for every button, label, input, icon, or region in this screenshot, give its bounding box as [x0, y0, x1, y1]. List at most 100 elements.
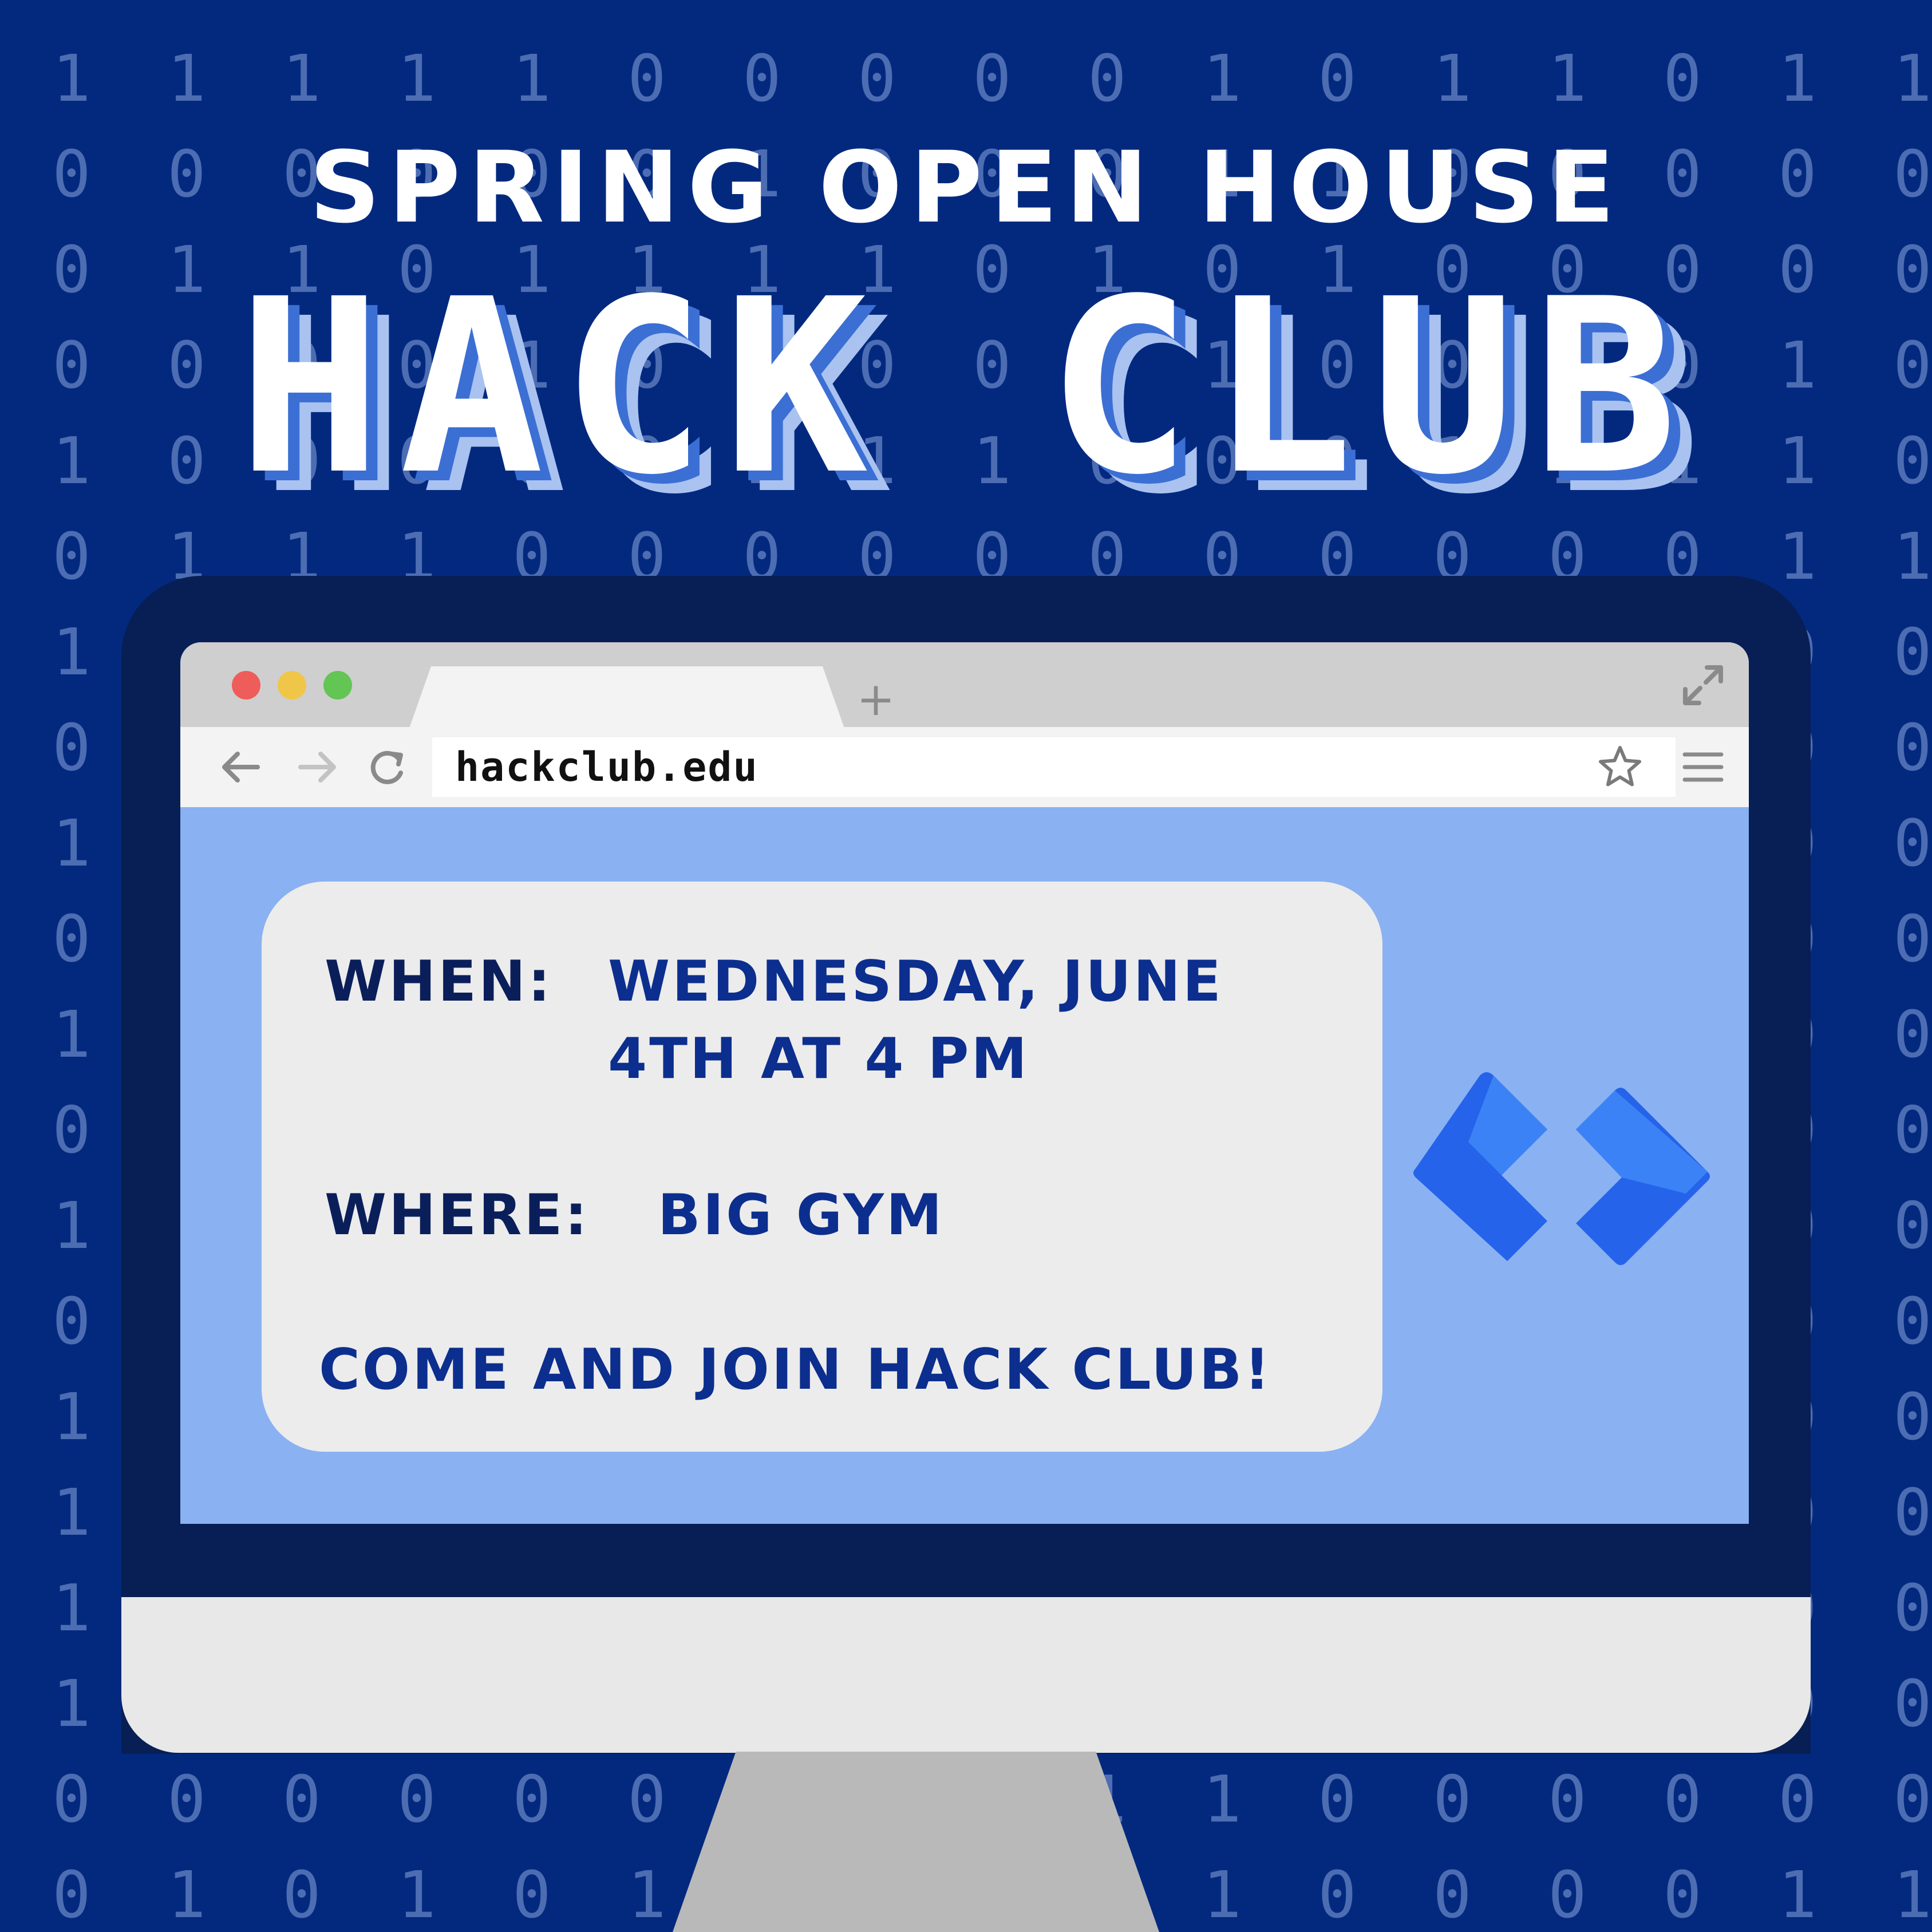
- binary-digit: 0: [1893, 902, 1932, 977]
- binary-digit: 0: [1893, 1093, 1932, 1168]
- binary-digit: 0: [1893, 711, 1932, 785]
- binary-digit: 1: [1893, 1858, 1932, 1932]
- binary-digit: 1: [397, 42, 436, 116]
- maximize-window-dot[interactable]: [323, 671, 352, 700]
- binary-digit: 0: [282, 1763, 321, 1837]
- club-title: HACK CLUB: [237, 248, 1695, 528]
- url-text: hackclub.edu: [455, 744, 758, 791]
- binary-digit: 0: [1433, 1858, 1472, 1932]
- binary-digit: 0: [52, 1858, 91, 1932]
- binary-digit: 1: [1203, 42, 1242, 116]
- browser-window: + hackclub.edu WHEN: WEDNESDAY, JUNE 4TH…: [180, 642, 1749, 1524]
- binary-digit: 1: [167, 1858, 206, 1932]
- binary-digit: 0: [512, 1763, 551, 1837]
- binary-digit: 0: [1893, 1571, 1932, 1646]
- expand-icon[interactable]: [1677, 659, 1729, 711]
- binary-row: 1111100000101101101: [0, 31, 1932, 127]
- binary-digit: 1: [512, 42, 551, 116]
- binary-digit: 1: [1893, 42, 1932, 116]
- when-time: 4TH AT 4 PM: [608, 1026, 1030, 1092]
- binary-digit: 0: [1318, 42, 1357, 116]
- binary-digit: 1: [52, 1189, 91, 1263]
- binary-digit: 1: [52, 1667, 91, 1741]
- browser-tab[interactable]: [409, 666, 844, 728]
- binary-digit: 0: [1893, 615, 1932, 690]
- binary-digit: 0: [1778, 1763, 1817, 1837]
- binary-digit: 0: [52, 902, 91, 977]
- binary-digit: 1: [52, 998, 91, 1072]
- binary-digit: 0: [1893, 807, 1932, 881]
- binary-digit: 1: [1893, 520, 1932, 594]
- binary-digit: 0: [1893, 1763, 1932, 1837]
- binary-digit: 0: [167, 1763, 206, 1837]
- binary-digit: 0: [52, 520, 91, 594]
- browser-tab-bar: +: [180, 642, 1749, 728]
- binary-digit: 1: [282, 42, 321, 116]
- binary-digit: 0: [52, 1285, 91, 1359]
- binary-digit: 0: [1433, 1763, 1472, 1837]
- browser-nav-bar: hackclub.edu: [180, 727, 1749, 807]
- binary-digit: 0: [627, 1763, 666, 1837]
- binary-digit: 0: [52, 1093, 91, 1168]
- binary-digit: 0: [1663, 42, 1702, 116]
- binary-digit: 1: [627, 1858, 666, 1932]
- binary-digit: 1: [1778, 1858, 1817, 1932]
- binary-digit: 0: [52, 711, 91, 785]
- binary-digit: 1: [52, 807, 91, 881]
- binary-digit: 0: [1893, 998, 1932, 1072]
- binary-digit: 0: [973, 42, 1012, 116]
- binary-digit: 1: [52, 615, 91, 690]
- monitor-stand: [673, 1752, 1159, 1932]
- event-info-card: WHEN: WEDNESDAY, JUNE 4TH AT 4 PM WHERE:…: [262, 882, 1382, 1452]
- minimize-window-dot[interactable]: [278, 671, 306, 700]
- binary-digit: 0: [1318, 1763, 1357, 1837]
- star-icon[interactable]: [1597, 744, 1643, 790]
- title-block: HACK CLUB HACK CLUB HACK CLUB: [0, 248, 1932, 528]
- monitor-chin: [121, 1597, 1811, 1753]
- binary-digit: 0: [627, 42, 666, 116]
- binary-digit: 1: [1203, 1858, 1242, 1932]
- hamburger-menu-icon[interactable]: [1680, 744, 1726, 790]
- binary-digit: 0: [1663, 1763, 1702, 1837]
- binary-digit: 0: [1893, 1380, 1932, 1455]
- when-date: WEDNESDAY, JUNE: [608, 949, 1223, 1014]
- binary-digit: 0: [1893, 1285, 1932, 1359]
- binary-digit: 0: [397, 1763, 436, 1837]
- when-label: WHEN:: [325, 949, 553, 1014]
- event-subtitle: SPRING OPEN HOUSE: [309, 130, 1623, 245]
- binary-digit: 0: [1893, 1189, 1932, 1263]
- binary-digit: 1: [52, 42, 91, 116]
- binary-digit: 0: [742, 42, 781, 116]
- binary-digit: 0: [282, 1858, 321, 1932]
- binary-digit: 1: [167, 42, 206, 116]
- binary-digit: 0: [1548, 1858, 1587, 1932]
- binary-digit: 0: [1548, 1763, 1587, 1837]
- binary-digit: 0: [512, 1858, 551, 1932]
- binary-digit: 0: [1318, 1858, 1357, 1932]
- binary-digit: 1: [52, 1380, 91, 1455]
- binary-digit: 1: [1203, 1763, 1242, 1837]
- close-window-dot[interactable]: [232, 671, 260, 700]
- poster: 1 1 1 1 1 0 0 0 0 0 1 0 1 1 0 1 1 0 1 0 0 0 0 0 0 1 0 0 0 1 1 0 0 0 0 0 0 0 0 1…: [0, 0, 1932, 1932]
- binary-digit: 0: [1893, 1667, 1932, 1741]
- where-label: WHERE:: [325, 1183, 590, 1248]
- binary-digit: 1: [1778, 42, 1817, 116]
- new-tab-button[interactable]: +: [853, 677, 899, 722]
- where-location: BIG GYM: [658, 1183, 945, 1248]
- arrow-right-icon[interactable]: [292, 741, 343, 793]
- arrow-left-icon[interactable]: [215, 741, 266, 793]
- binary-digit: 0: [858, 42, 896, 116]
- call-to-action: COME AND JOIN HACK CLUB!: [319, 1337, 1273, 1402]
- binary-digit: 0: [1088, 42, 1127, 116]
- binary-digit: 0: [1663, 1858, 1702, 1932]
- binary-digit: 1: [52, 1571, 91, 1646]
- binary-digit: 1: [52, 1476, 91, 1550]
- binary-digit: 1: [1433, 42, 1472, 116]
- binary-digit: 0: [52, 1763, 91, 1837]
- address-bar[interactable]: hackclub.edu: [432, 737, 1676, 797]
- binary-digit: 1: [397, 1858, 436, 1932]
- reload-icon[interactable]: [361, 741, 412, 793]
- binary-digit: 1: [1548, 42, 1587, 116]
- code-brackets-logo: [1413, 1072, 1710, 1265]
- binary-digit: 0: [1893, 1476, 1932, 1550]
